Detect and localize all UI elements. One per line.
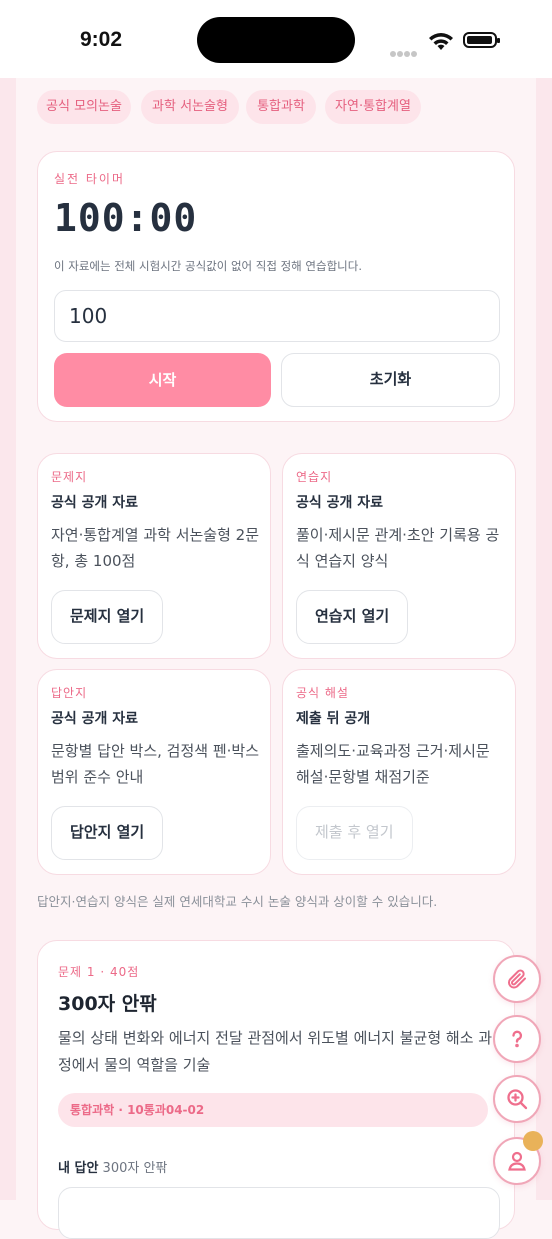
- material-card-solution: 공식 해설 제출 뒤 공개 출제의도·교육과정 근거·제시문 해설·문항별 채점…: [282, 669, 516, 875]
- timer-eyebrow: 실전 타이머: [54, 172, 126, 186]
- help-button[interactable]: [493, 1015, 541, 1063]
- material-desc: 풀이·제시문 관계·초안 기록용 공식 연습지 양식: [296, 526, 500, 570]
- material-card-answer: 답안지 공식 공개 자료 문항별 답안 박스, 검정색 펜·박스 범위 준수 안…: [37, 669, 271, 875]
- notification-badge: [523, 1131, 543, 1151]
- material-card-problem: 문제지 공식 공개 자료 자연·통합계열 과학 서논술형 2문항, 총 100점…: [37, 453, 271, 659]
- curriculum-tag: 통합과학 · 10통과04-02: [58, 1093, 488, 1127]
- chip-official-mock[interactable]: 공식 모의논술: [37, 90, 131, 124]
- chip-integrated-science[interactable]: 통합과학: [246, 90, 316, 124]
- material-eyebrow: 답안지: [51, 686, 88, 700]
- material-title: 공식 공개 자료: [51, 495, 139, 511]
- material-eyebrow: 공식 해설: [296, 686, 349, 700]
- material-title: 공식 공개 자료: [296, 495, 384, 511]
- status-time: 9:02: [80, 28, 123, 51]
- signal-icon: [390, 42, 420, 57]
- material-eyebrow: 문제지: [51, 470, 88, 484]
- material-title: 공식 공개 자료: [51, 711, 139, 727]
- open-answer-sheet-button[interactable]: 답안지 열기: [51, 806, 164, 860]
- answer-textarea[interactable]: [58, 1187, 500, 1239]
- material-desc: 자연·통합계열 과학 서논술형 2문항, 총 100점: [51, 526, 260, 570]
- material-eyebrow: 연습지: [296, 470, 333, 484]
- chip-science-essay[interactable]: 과학 서논술형: [141, 90, 239, 124]
- answer-label-sub: 300자 안팎: [102, 1161, 168, 1176]
- material-card-practice: 연습지 공식 공개 자료 풀이·제시문 관계·초안 기록용 공식 연습지 양식 …: [282, 453, 516, 659]
- material-title: 제출 뒤 공개: [296, 711, 371, 727]
- question-icon: [512, 1030, 523, 1048]
- material-desc: 출제의도·교육과정 근거·제시문 해설·문항별 채점기준: [296, 742, 490, 786]
- dynamic-island: [197, 17, 355, 63]
- reset-button[interactable]: 초기화: [281, 353, 500, 407]
- timer-display: 100:00: [54, 196, 198, 240]
- chip-natural-track[interactable]: 자연·통합계열: [325, 90, 421, 124]
- zoom-in-icon: [507, 1089, 528, 1110]
- timer-note: 이 자료에는 전체 시험시간 공식값이 없어 직접 정해 연습합니다.: [54, 259, 362, 273]
- user-icon: [508, 1151, 526, 1171]
- status-bar: 9:02: [0, 0, 552, 78]
- timer-minutes-input[interactable]: 100: [54, 290, 500, 342]
- question-card: 문제 1 · 40점 300자 안팎 물의 상태 변화와 에너지 전달 관점에서…: [37, 940, 515, 1239]
- question-eyebrow: 문제 1 · 40점: [58, 965, 140, 979]
- material-desc: 문항별 답안 박스, 검정색 펜·박스 범위 준수 안내: [51, 742, 260, 786]
- paperclip-icon: [508, 969, 526, 989]
- attachment-button[interactable]: [493, 955, 541, 1003]
- question-desc: 물의 상태 변화와 에너지 전달 관점에서 위도별 에너지 불균형 해소 과정에…: [58, 1029, 493, 1074]
- form-disclaimer: 답안지·연습지 양식은 실제 연세대학교 수시 논술 양식과 상이할 수 있습니…: [37, 894, 438, 909]
- open-problem-button[interactable]: 문제지 열기: [51, 590, 164, 644]
- open-practice-button[interactable]: 연습지 열기: [296, 590, 409, 644]
- open-solution-button: 제출 후 열기: [296, 806, 413, 860]
- answer-label: 내 답안 300자 안팎: [58, 1157, 167, 1176]
- start-button[interactable]: 시작: [54, 353, 271, 407]
- battery-icon: [463, 32, 500, 48]
- zoom-in-button[interactable]: [493, 1075, 541, 1123]
- question-title: 300자 안팎: [58, 993, 157, 1015]
- page-gutter-left: [0, 78, 16, 1200]
- wifi-icon: [429, 33, 453, 50]
- timer-card: 실전 타이머 100:00 이 자료에는 전체 시험시간 공식값이 없어 직접 …: [37, 151, 515, 422]
- answer-label-main: 내 답안: [58, 1161, 99, 1176]
